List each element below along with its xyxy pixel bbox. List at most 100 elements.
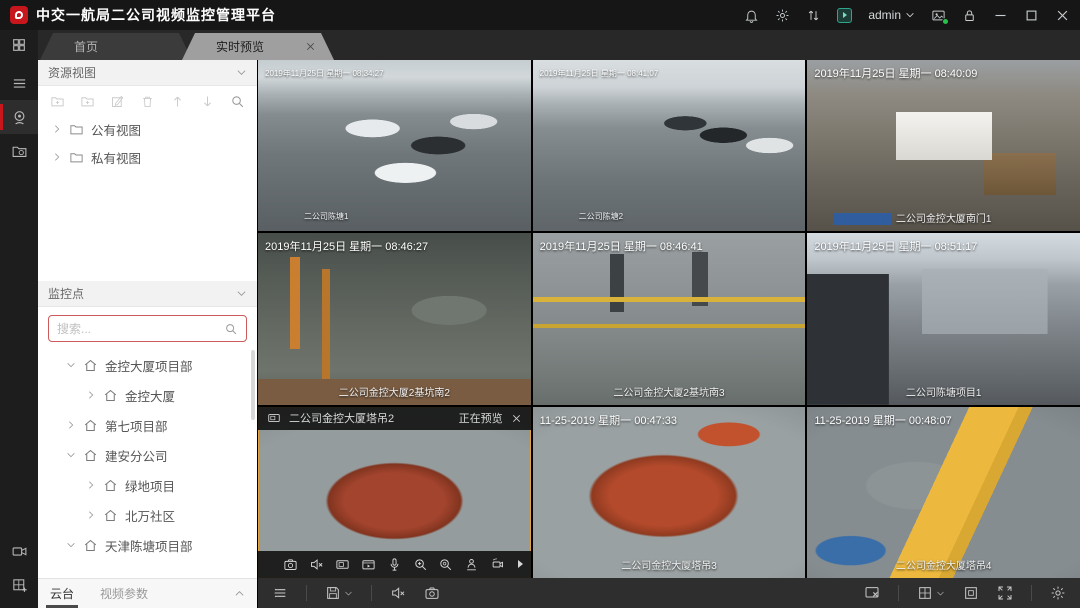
tree-item-seventh-dept[interactable]: 第七项目部 — [38, 410, 257, 440]
monitor-icon[interactable] — [837, 8, 852, 23]
video-cell-4[interactable]: 2019年11月25日 星期一 08:46:27 二公司金控大厦2基坑南2 — [258, 233, 531, 404]
tab-ptz[interactable]: 云台 — [50, 579, 74, 608]
playback-icon[interactable] — [356, 557, 382, 572]
stream-mode-icon[interactable] — [272, 585, 288, 601]
save-layout-button[interactable] — [325, 585, 353, 601]
move-down-icon[interactable] — [200, 94, 215, 109]
audio-muted-icon[interactable] — [390, 585, 406, 601]
monitor-points-header[interactable]: 监控点 — [38, 281, 257, 307]
scrollbar[interactable] — [251, 350, 255, 420]
tab-video-params[interactable]: 视频参数 — [100, 579, 148, 608]
add-layout-icon[interactable] — [0, 568, 38, 602]
dashboard-grid-icon[interactable] — [0, 30, 38, 60]
layout-grid-icon — [917, 585, 933, 601]
zoom-in-icon[interactable] — [407, 557, 433, 572]
image-status-icon[interactable] — [931, 8, 946, 23]
swap-icon[interactable] — [806, 8, 821, 23]
timestamp-overlay: 2019年11月25日 星期一 08:34:27 — [265, 68, 384, 79]
camera-name-overlay: 二公司金控大厦南门1 — [896, 210, 992, 225]
user-menu[interactable]: admin — [868, 8, 915, 22]
maximize-icon[interactable] — [1024, 8, 1039, 23]
media-folder-icon[interactable] — [0, 134, 38, 168]
edit-view-icon[interactable] — [110, 94, 125, 109]
close-stream-icon[interactable] — [511, 413, 522, 424]
layout-grid-button[interactable] — [917, 585, 945, 601]
camera-icon — [267, 411, 281, 425]
zoom-3d-icon[interactable] — [433, 557, 459, 572]
search-icon[interactable] — [230, 94, 245, 109]
video-cell-3[interactable]: 2019年11月25日 星期一 08:40:09 二公司金控大厦南门1 — [807, 60, 1080, 231]
search-icon[interactable] — [224, 322, 238, 336]
bell-icon[interactable] — [744, 8, 759, 23]
tree-item-private-views[interactable]: 私有视图 — [38, 143, 257, 171]
video-cell-7-selected[interactable]: 二公司金控大厦塔吊2 正在预览 — [258, 407, 531, 578]
more-arrow-icon[interactable] — [511, 560, 523, 568]
tree-item-chentang[interactable]: 天津陈塘项目部 — [38, 530, 257, 560]
divider — [306, 585, 307, 601]
chevron-icon[interactable] — [66, 360, 76, 370]
close-icon[interactable] — [1055, 8, 1070, 23]
app-title: 中交一航局二公司视频监控管理平台 — [36, 5, 276, 25]
online-dot — [942, 18, 949, 25]
ptz-control-icon[interactable] — [485, 557, 511, 572]
fullscreen-icon[interactable] — [997, 585, 1013, 601]
video-cell-6[interactable]: 2019年11月25日 星期一 08:51:17 二公司陈塘项目1 — [807, 233, 1080, 404]
add-view-icon[interactable] — [80, 94, 95, 109]
tab-close-icon[interactable] — [305, 41, 316, 52]
chevron-icon[interactable] — [86, 510, 96, 520]
camera-name-overlay: 二公司陈塘1 — [304, 211, 348, 222]
timestamp-overlay: 2019年11月25日 星期一 08:46:41 — [540, 238, 703, 254]
chevron-right-icon[interactable] — [52, 152, 62, 162]
menu-list-icon[interactable] — [0, 66, 38, 100]
mic-icon[interactable] — [381, 557, 407, 572]
move-up-icon[interactable] — [170, 94, 185, 109]
camera-name-overlay: 二公司金控大厦塔吊4 — [896, 557, 992, 572]
settings-icon[interactable] — [1050, 585, 1066, 601]
delete-view-icon[interactable] — [140, 94, 155, 109]
tab-live-preview[interactable]: 实时预览 — [182, 33, 334, 60]
tree-item-jinkong-hq[interactable]: 金控大厦项目部 — [38, 350, 257, 380]
audio-muted-icon[interactable] — [304, 557, 330, 572]
search-input[interactable] — [57, 322, 218, 336]
chevron-icon[interactable] — [86, 390, 96, 400]
chevron-icon[interactable] — [66, 450, 76, 460]
tree-item-jianan-branch[interactable]: 建安分公司 — [38, 440, 257, 470]
tab-home[interactable]: 首页 — [40, 33, 192, 60]
video-wall-icon[interactable] — [0, 534, 38, 568]
tree-item-greenland[interactable]: 绿地项目 — [38, 470, 257, 500]
chevron-right-icon[interactable] — [52, 124, 62, 134]
tree-item-label: 公有视图 — [91, 120, 141, 139]
chevron-up-icon[interactable] — [234, 588, 245, 599]
single-screen-icon[interactable] — [963, 585, 979, 601]
tree-item-beiwan[interactable]: 北万社区 — [38, 500, 257, 530]
snapshot-icon[interactable] — [278, 557, 304, 572]
gear-icon[interactable] — [775, 8, 790, 23]
live-camera-icon[interactable] — [0, 100, 38, 134]
tree-item-jinkong-tower[interactable]: 金控大厦 — [38, 380, 257, 410]
timestamp-overlay: 2019年11月25日 星期一 08:51:17 — [814, 238, 977, 254]
person-locate-icon[interactable] — [459, 557, 485, 572]
panel-gap — [38, 171, 257, 281]
chevron-icon[interactable] — [66, 540, 76, 550]
bottom-toolbar — [258, 578, 1080, 608]
video-cell-9[interactable]: 11-25-2019 星期一 00:48:07 二公司金控大厦塔吊4 — [807, 407, 1080, 578]
video-window-icon[interactable] — [330, 557, 356, 572]
tree-item-public-views[interactable]: 公有视图 — [38, 115, 257, 143]
minimize-icon[interactable] — [993, 8, 1008, 23]
tab-video-params-label: 视频参数 — [100, 585, 148, 602]
add-view-group-icon[interactable] — [50, 94, 65, 109]
video-cell-1[interactable]: 2019年11月25日 星期一 08:34:27 二公司陈塘1 — [258, 60, 531, 231]
chevron-icon[interactable] — [86, 480, 96, 490]
lock-icon[interactable] — [962, 8, 977, 23]
resource-view-header[interactable]: 资源视图 — [38, 60, 257, 86]
collapse-chevron-icon[interactable] — [236, 288, 247, 299]
titlebar-actions: admin — [744, 8, 1070, 23]
video-cell-8[interactable]: 11-25-2019 星期一 00:47:33 二公司金控大厦塔吊3 — [533, 407, 806, 578]
video-cell-5[interactable]: 2019年11月25日 星期一 08:46:41 二公司金控大厦2基坑南3 — [533, 233, 806, 404]
video-cell-2[interactable]: 2019年11月25日 星期一 08:41:07 二公司陈塘2 — [533, 60, 806, 231]
collapse-chevron-icon[interactable] — [236, 67, 247, 78]
snapshot-icon[interactable] — [424, 585, 440, 601]
chevron-icon[interactable] — [66, 420, 76, 430]
timestamp-overlay: 11-25-2019 星期一 00:47:33 — [540, 412, 677, 428]
close-all-icon[interactable] — [864, 585, 880, 601]
